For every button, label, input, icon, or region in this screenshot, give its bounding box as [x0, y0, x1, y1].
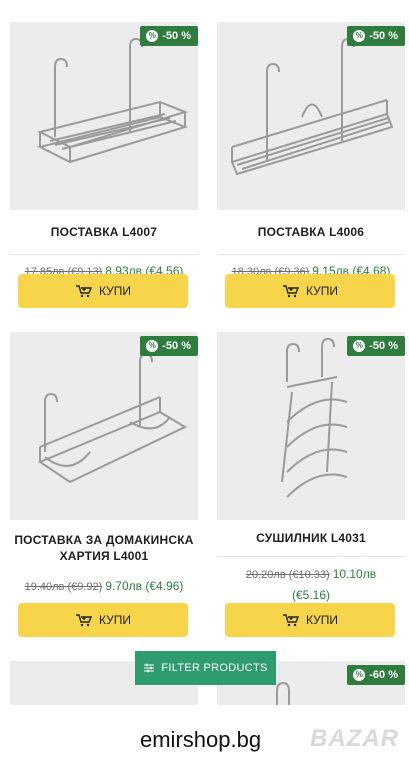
buy-button[interactable]: КУПИ	[18, 274, 188, 308]
old-price: 19.40лв (€9.92)	[24, 581, 103, 593]
towel-rack-image-icon	[281, 337, 348, 498]
percent-icon: %	[353, 30, 366, 42]
discount-badge: % -50 %	[140, 26, 198, 46]
rack-image-icon	[37, 352, 188, 484]
product-image[interactable]: % -50 %	[217, 22, 405, 210]
product-card[interactable]: % -50 % ПОСТАВКА L4006 18.30лв (€9.36) 9.1…	[217, 22, 405, 308]
price-row: 19.40лв (€9.92) 9.70лв (€4.96)	[10, 576, 198, 597]
rack-image-icon	[230, 37, 394, 176]
buy-button[interactable]: КУПИ	[225, 274, 395, 308]
discount-badge: % -50 %	[347, 26, 405, 46]
percent-icon: %	[353, 340, 366, 352]
product-image[interactable]: % -50 %	[10, 22, 198, 210]
buy-button[interactable]: КУПИ	[225, 603, 395, 637]
divider	[217, 254, 405, 255]
product-image[interactable]: % -50 %	[217, 332, 405, 520]
product-title[interactable]: ПОСТАВКА ЗА ДОМАКИНСКА ХАРТИЯ L4001	[14, 532, 194, 564]
percent-icon: %	[353, 669, 366, 681]
discount-badge: % -50 %	[347, 336, 405, 356]
filter-products-button[interactable]: FILTER PRODUCTS	[135, 651, 276, 685]
rack-image-icon	[37, 37, 189, 164]
bazar-logo: BAZAR	[310, 725, 399, 752]
buy-button[interactable]: КУПИ	[18, 603, 188, 637]
percent-icon: %	[146, 340, 159, 352]
product-title[interactable]: ПОСТАВКА L4006	[258, 224, 364, 240]
discount-badge: % -50 %	[140, 336, 198, 356]
sliders-icon	[144, 663, 155, 673]
product-card[interactable]: % -50 % ПОСТАВКА ЗА ДОМАКИНСКА ХАРТИЯ L40…	[10, 332, 198, 637]
cart-icon	[76, 285, 93, 298]
cart-icon	[283, 285, 300, 298]
cart-icon	[283, 614, 300, 627]
product-title[interactable]: ПОСТАВКА L4007	[51, 224, 157, 240]
new-price: 9.70лв (€4.96)	[105, 579, 184, 593]
divider	[10, 254, 198, 255]
product-card[interactable]: % -50 % СУШИЛНИК L4031 20.20лв (€10.33) 10…	[217, 332, 405, 637]
product-card[interactable]: % -50 % ПОСТАВКА L4007 17.85лв (€9.13) 8.9…	[10, 22, 198, 308]
product-image[interactable]: % -50 %	[10, 332, 198, 520]
divider	[217, 556, 405, 557]
old-price: 20.20лв (€10.33)	[245, 569, 330, 581]
price-row: 20.20лв (€10.33) 10.10лв (€5.16)	[217, 564, 405, 605]
cart-icon	[76, 614, 93, 627]
product-grid-page: % -50 % ПОСТАВКА L4007 17.85лв (€9.13) 8.9…	[0, 0, 409, 768]
footer-watermark: emirshop.bg BAZAR	[0, 705, 409, 768]
percent-icon: %	[146, 30, 159, 42]
product-title[interactable]: СУШИЛНИК L4031	[256, 530, 366, 546]
discount-badge: % -60 %	[347, 665, 405, 685]
site-name: emirshop.bg	[140, 727, 262, 752]
